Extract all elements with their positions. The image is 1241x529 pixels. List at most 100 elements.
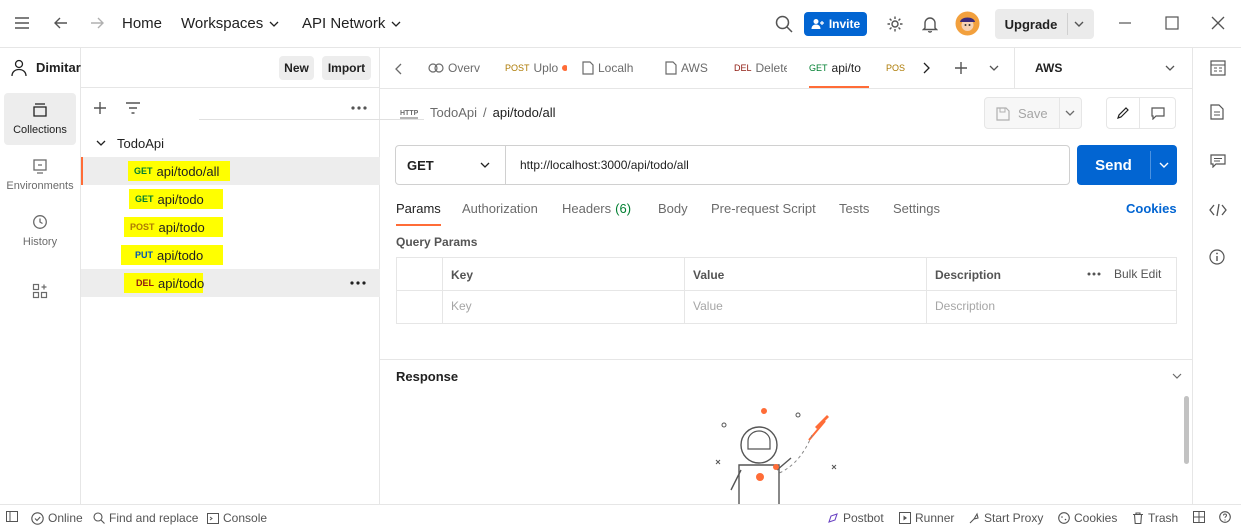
rail-apps[interactable]	[4, 265, 76, 317]
tab-params[interactable]: Params	[396, 201, 441, 226]
divider	[1059, 98, 1060, 128]
cookies-button[interactable]: Cookies	[1058, 511, 1117, 525]
avatar[interactable]	[955, 11, 980, 36]
request-item-highlight: DEL api/todo	[124, 273, 204, 293]
scrollbar[interactable]	[1184, 396, 1189, 464]
workspaces-menu[interactable]: Workspaces	[181, 15, 279, 32]
tab-authorization[interactable]: Authorization	[462, 201, 538, 216]
filter-icon[interactable]	[125, 102, 141, 114]
upgrade-button[interactable]: Upgrade	[995, 9, 1094, 39]
notifications-bell-icon[interactable]	[922, 15, 938, 33]
more-options-icon[interactable]	[350, 281, 366, 285]
chevron-down-icon[interactable]	[989, 65, 999, 71]
chevron-right-icon[interactable]	[922, 62, 930, 74]
method-select[interactable]: GET	[396, 146, 506, 184]
import-button[interactable]: Import	[322, 56, 371, 80]
find-replace-button[interactable]: Find and replace	[93, 511, 198, 525]
postbot-icon	[828, 513, 838, 523]
tab-api-todo[interactable]: GET api/to	[809, 48, 869, 88]
menu-icon[interactable]	[14, 16, 30, 30]
layout-icon[interactable]	[1193, 511, 1205, 523]
tab-post[interactable]: POS	[886, 48, 906, 88]
bulk-edit-button[interactable]: Bulk Edit	[1114, 267, 1161, 281]
tab-settings[interactable]: Settings	[893, 201, 940, 216]
tab-localhost[interactable]: Localh	[582, 48, 636, 88]
rail-history[interactable]: History	[4, 205, 76, 257]
environment-selector[interactable]: AWS	[1015, 48, 1197, 88]
trash-button[interactable]: Trash	[1132, 511, 1178, 525]
online-status[interactable]: Online	[31, 511, 83, 525]
rail-collections[interactable]: Collections	[4, 93, 76, 145]
chevron-down-icon[interactable]	[1159, 162, 1169, 168]
right-rail	[1192, 48, 1241, 504]
postbot-button[interactable]: Postbot	[827, 511, 884, 525]
tab-headers[interactable]: Headers (6)	[562, 201, 631, 216]
chevron-down-icon[interactable]	[1172, 373, 1182, 379]
send-button[interactable]: Send	[1077, 145, 1177, 185]
divider	[442, 258, 443, 323]
chevron-left-icon[interactable]	[395, 63, 403, 75]
api-network-menu[interactable]: API Network	[302, 15, 401, 32]
console-button[interactable]: Console	[207, 511, 267, 525]
rail-environments[interactable]: Environments	[4, 149, 76, 201]
tab-delete[interactable]: DEL Delete	[734, 48, 787, 88]
tab-overview[interactable]: Overv	[428, 48, 488, 88]
maximize-icon[interactable]	[1165, 16, 1179, 30]
info-icon[interactable]	[1209, 249, 1225, 265]
tab-aws[interactable]: AWS	[665, 48, 715, 88]
forward-arrow-icon[interactable]	[89, 15, 105, 31]
method-badge: POS	[886, 63, 906, 73]
list-item[interactable]: GET api/todo	[81, 185, 380, 213]
view-toggle	[1106, 97, 1176, 129]
invite-button[interactable]: Invite	[804, 12, 867, 36]
list-item[interactable]: PUT api/todo	[81, 241, 380, 269]
more-options-icon[interactable]	[351, 106, 367, 110]
settings-icon[interactable]	[886, 15, 904, 33]
search-icon[interactable]	[775, 15, 793, 33]
minimize-icon[interactable]	[1118, 16, 1132, 30]
description-input[interactable]: Description	[935, 299, 995, 313]
more-options-icon[interactable]	[1087, 272, 1101, 276]
value-input[interactable]: Value	[693, 299, 723, 313]
list-item[interactable]: GET api/todo/all	[81, 157, 380, 185]
toggle-sidebar-icon[interactable]	[6, 511, 18, 522]
tab-headers-label: Headers	[562, 201, 612, 216]
collection-todoapi[interactable]: TodoApi	[81, 129, 380, 157]
tab-upload[interactable]: POST Uplo	[505, 48, 567, 88]
add-tab-icon[interactable]	[954, 61, 968, 75]
documentation-icon[interactable]	[1210, 104, 1224, 120]
search-icon	[93, 512, 105, 524]
list-item[interactable]: DEL api/todo	[81, 269, 380, 297]
tab-body[interactable]: Body	[658, 201, 688, 216]
tab-tests[interactable]: Tests	[839, 201, 869, 216]
trash-icon	[1133, 512, 1143, 524]
runner-button[interactable]: Runner	[899, 511, 954, 525]
code-icon[interactable]	[1209, 203, 1227, 217]
key-input[interactable]: Key	[451, 299, 472, 313]
send-label: Send	[1095, 156, 1132, 174]
url-input[interactable]: http://localhost:3000/api/todo/all	[520, 158, 689, 172]
cookies-link[interactable]: Cookies	[1126, 201, 1177, 216]
method-select-value: GET	[407, 158, 434, 173]
edit-icon[interactable]	[1107, 98, 1140, 128]
find-replace-label: Find and replace	[109, 511, 199, 525]
breadcrumb-request-name[interactable]: api/todo/all	[493, 105, 556, 120]
new-button[interactable]: New	[279, 56, 314, 80]
start-proxy-button[interactable]: Start Proxy	[968, 511, 1043, 525]
save-button[interactable]: Save	[984, 97, 1082, 129]
breadcrumb-collection[interactable]: TodoApi	[430, 105, 477, 120]
tab-pre-request-script[interactable]: Pre-request Script	[711, 201, 816, 216]
chevron-down-icon[interactable]	[1073, 18, 1085, 30]
user-icon	[11, 59, 27, 77]
home-link[interactable]: Home	[122, 15, 162, 32]
help-icon[interactable]	[1219, 511, 1231, 523]
back-arrow-icon[interactable]	[53, 15, 69, 31]
add-icon[interactable]	[93, 101, 107, 115]
runner-label: Runner	[915, 511, 955, 525]
list-item[interactable]: POST api/todo	[81, 213, 380, 241]
environment-quick-look-icon[interactable]	[1210, 60, 1226, 76]
tab-label: Delete	[755, 61, 787, 75]
comment-icon[interactable]	[1141, 98, 1175, 128]
close-icon[interactable]	[1211, 16, 1225, 30]
comments-icon[interactable]	[1210, 154, 1226, 168]
